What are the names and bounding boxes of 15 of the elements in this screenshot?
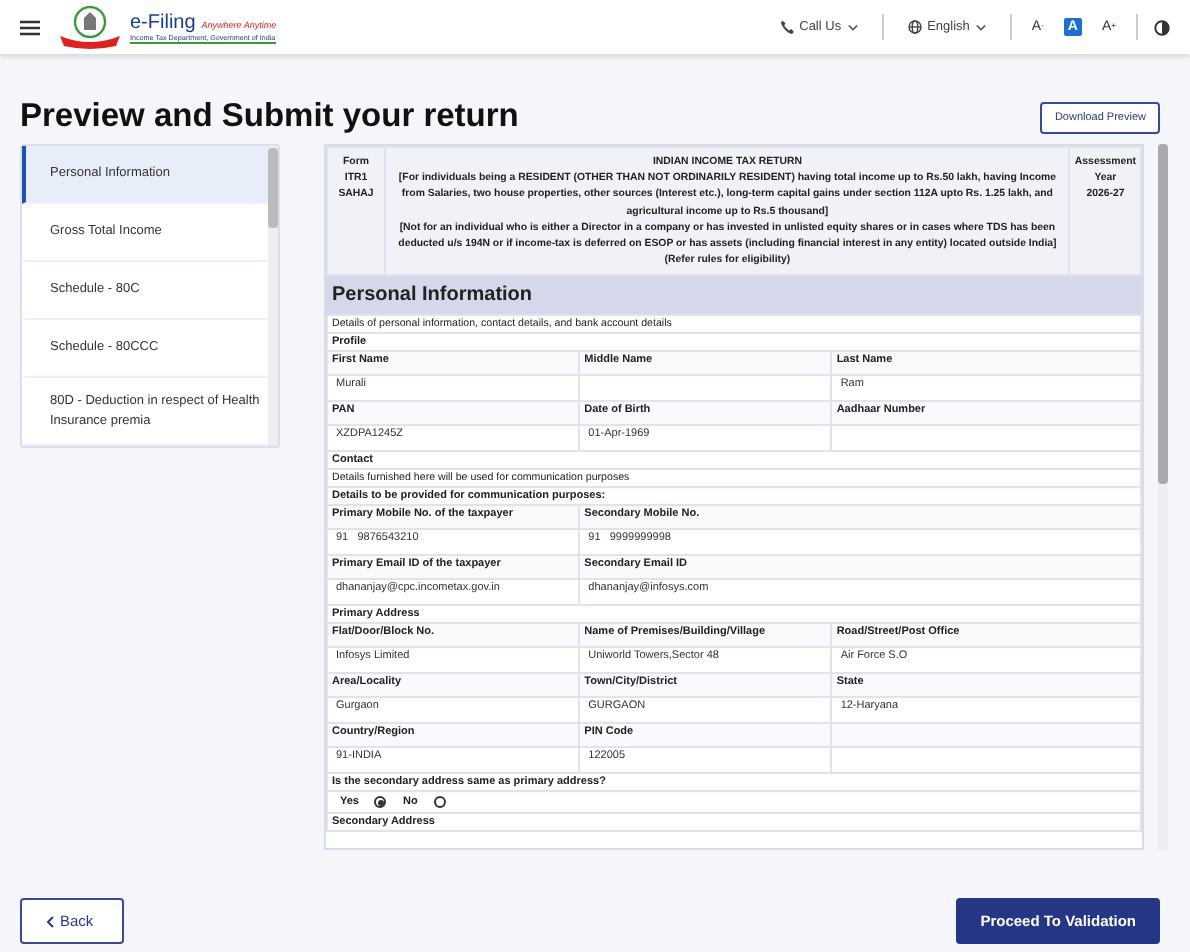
page-title: Preview and Submit your return bbox=[20, 98, 519, 136]
globe-icon bbox=[907, 20, 922, 34]
contrast-icon[interactable] bbox=[1154, 19, 1170, 35]
radio-button[interactable] bbox=[374, 796, 387, 809]
chevron-down-icon bbox=[847, 23, 858, 31]
scrollbar-thumb[interactable] bbox=[268, 148, 278, 228]
phone-icon bbox=[779, 20, 794, 34]
menu-icon[interactable] bbox=[20, 19, 40, 35]
chevron-left-icon bbox=[46, 915, 54, 927]
scrollbar-thumb[interactable] bbox=[1158, 144, 1168, 484]
emblem-logo-icon bbox=[56, 5, 124, 49]
brand-name: e-Filing bbox=[130, 11, 196, 33]
section-title: Personal Information bbox=[326, 276, 1142, 315]
radio-button[interactable] bbox=[433, 796, 446, 809]
chevron-down-icon bbox=[975, 23, 986, 31]
